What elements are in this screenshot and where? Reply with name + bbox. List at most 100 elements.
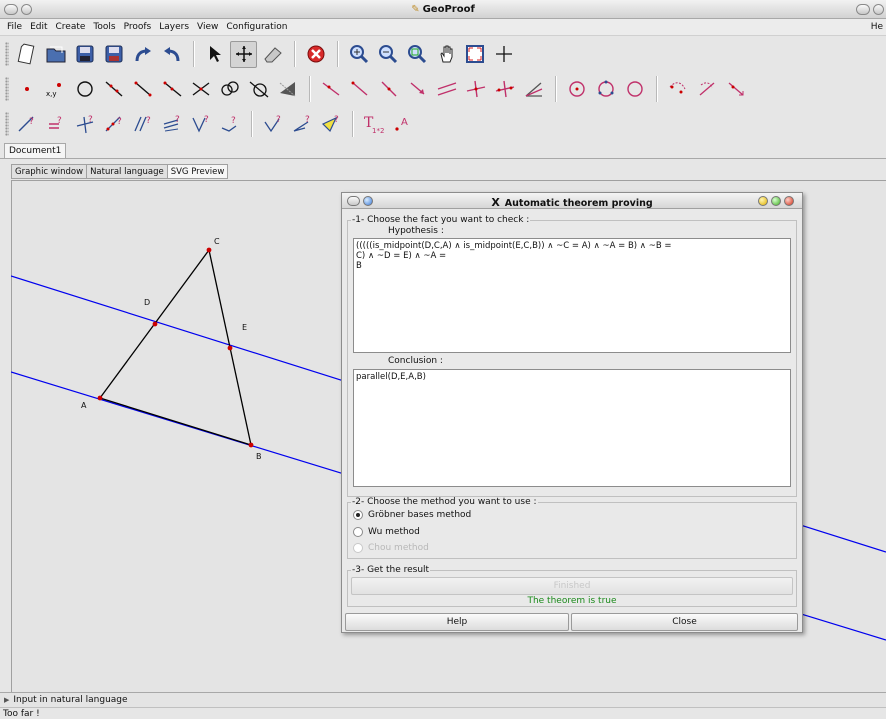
intersection-icon[interactable] bbox=[187, 76, 214, 103]
prove-triangle-icon[interactable]: ? bbox=[317, 111, 344, 138]
undo-icon[interactable] bbox=[158, 41, 185, 68]
check-concyclic-icon[interactable]: ? bbox=[187, 111, 214, 138]
natural-language-panel[interactable]: ▶ Input in natural language bbox=[0, 692, 886, 707]
angle-bisector-icon[interactable] bbox=[520, 76, 547, 103]
prove-angles-icon[interactable]: ? bbox=[288, 111, 315, 138]
dialog-minimize-button[interactable] bbox=[758, 196, 768, 206]
bisector-icon[interactable] bbox=[375, 76, 402, 103]
svg-text:?: ? bbox=[117, 117, 122, 127]
point-coords-icon[interactable]: x,y bbox=[42, 76, 69, 103]
menu-help[interactable]: He bbox=[871, 22, 883, 32]
menu-view[interactable]: View bbox=[193, 22, 222, 32]
check-parallel-icon[interactable]: ? bbox=[129, 111, 156, 138]
toolbar-grip[interactable] bbox=[5, 77, 9, 101]
ray-icon[interactable] bbox=[158, 76, 185, 103]
line-pink-icon[interactable] bbox=[317, 76, 344, 103]
check-midpoint-icon[interactable]: ? bbox=[100, 111, 127, 138]
segment-ab[interactable] bbox=[99, 397, 252, 446]
point-e[interactable] bbox=[227, 345, 233, 351]
menu-file[interactable]: File bbox=[3, 22, 26, 32]
delete-icon[interactable] bbox=[302, 41, 329, 68]
window-close-button[interactable] bbox=[873, 4, 884, 15]
natural-language-toggle[interactable]: Input in natural language bbox=[13, 695, 127, 705]
window-title: ✎ GeoProof bbox=[0, 4, 886, 15]
perp-bisector-icon[interactable] bbox=[491, 76, 518, 103]
zoom-fit-icon[interactable] bbox=[403, 41, 430, 68]
menu-proofs[interactable]: Proofs bbox=[120, 22, 156, 32]
pointer-icon[interactable] bbox=[201, 41, 228, 68]
prove-angle-icon[interactable]: ? bbox=[259, 111, 286, 138]
close-button[interactable]: Close bbox=[571, 613, 798, 631]
circle-three-points-icon[interactable] bbox=[592, 76, 619, 103]
menu-configuration[interactable]: Configuration bbox=[222, 22, 291, 32]
label-tool-icon[interactable]: A bbox=[389, 111, 416, 138]
center-icon[interactable] bbox=[490, 41, 517, 68]
perpendicular-icon[interactable] bbox=[462, 76, 489, 103]
method-group-title: -2- Choose the method you want to use : bbox=[351, 497, 538, 507]
segment-pink-icon[interactable] bbox=[346, 76, 373, 103]
point-icon[interactable] bbox=[13, 76, 40, 103]
menu-edit[interactable]: Edit bbox=[26, 22, 51, 32]
method-grobner-radio[interactable] bbox=[353, 510, 363, 520]
circles-icon[interactable] bbox=[216, 76, 243, 103]
segment-icon[interactable] bbox=[129, 76, 156, 103]
help-button[interactable]: Help bbox=[345, 613, 569, 631]
toolbar-proofs: ? ? ? ? ? ? ? ? ? ? ? T 1*2 A bbox=[0, 107, 886, 141]
dialog-title: X Automatic theorem proving bbox=[342, 196, 802, 209]
zoom-out-icon[interactable] bbox=[374, 41, 401, 68]
new-icon[interactable] bbox=[13, 41, 40, 68]
method-wu-option[interactable]: Wu method bbox=[353, 527, 420, 537]
locus-icon[interactable] bbox=[274, 76, 301, 103]
save-icon[interactable] bbox=[71, 41, 98, 68]
fit-window-icon[interactable] bbox=[461, 41, 488, 68]
method-grobner-option[interactable]: Gröbner bases method bbox=[353, 510, 471, 520]
tab-svg-preview[interactable]: SVG Preview bbox=[166, 164, 229, 179]
translation-icon[interactable] bbox=[664, 76, 691, 103]
result-text: The theorem is true bbox=[527, 596, 617, 606]
tab-natural-language[interactable]: Natural language bbox=[86, 164, 168, 179]
menu-tools[interactable]: Tools bbox=[89, 22, 119, 32]
text-tool-icon[interactable]: T 1*2 bbox=[360, 111, 387, 138]
tab-graphic-window[interactable]: Graphic window bbox=[11, 164, 88, 179]
circle-icon[interactable] bbox=[71, 76, 98, 103]
check-collinear-icon[interactable]: ? bbox=[13, 111, 40, 138]
check-equal-angles-icon[interactable]: ? bbox=[158, 111, 185, 138]
point-coords-label: x,y bbox=[46, 90, 57, 98]
rotation-icon[interactable] bbox=[693, 76, 720, 103]
toolbar-grip[interactable] bbox=[5, 42, 9, 66]
hand-icon[interactable] bbox=[432, 41, 459, 68]
method-wu-radio[interactable] bbox=[353, 527, 363, 537]
svg-text:?: ? bbox=[146, 116, 151, 126]
zoom-in-icon[interactable] bbox=[345, 41, 372, 68]
dialog-maximize-button[interactable] bbox=[771, 196, 781, 206]
circle-line-icon[interactable] bbox=[245, 76, 272, 103]
redo-icon[interactable] bbox=[129, 41, 156, 68]
check-perpendicular-icon[interactable]: ? bbox=[71, 111, 98, 138]
open-icon[interactable] bbox=[42, 41, 69, 68]
conclusion-textarea[interactable]: parallel(D,E,A,B) bbox=[353, 369, 791, 487]
toolbar-grip[interactable] bbox=[5, 112, 9, 136]
symmetry-icon[interactable] bbox=[722, 76, 749, 103]
circle-center-icon[interactable] bbox=[563, 76, 590, 103]
window-minimize-button[interactable] bbox=[856, 4, 870, 15]
menu-layers[interactable]: Layers bbox=[155, 22, 193, 32]
save-as-icon[interactable] bbox=[100, 41, 127, 68]
parallel-icon[interactable] bbox=[433, 76, 460, 103]
dialog-close-button[interactable] bbox=[784, 196, 794, 206]
check-equal-icon[interactable]: ? bbox=[42, 111, 69, 138]
window-controls-right bbox=[856, 4, 884, 15]
move-icon[interactable] bbox=[230, 40, 257, 68]
line-icon[interactable] bbox=[100, 76, 127, 103]
circle-radius-icon[interactable] bbox=[621, 76, 648, 103]
expand-arrow-icon[interactable]: ▶ bbox=[4, 696, 9, 704]
vector-icon[interactable] bbox=[404, 76, 431, 103]
menu-create[interactable]: Create bbox=[52, 22, 90, 32]
point-b[interactable] bbox=[248, 442, 254, 448]
point-d[interactable] bbox=[152, 321, 158, 327]
check-harmonic-icon[interactable]: ? bbox=[216, 111, 243, 138]
eraser-icon[interactable] bbox=[259, 41, 286, 68]
point-a[interactable] bbox=[97, 395, 103, 401]
point-c[interactable] bbox=[206, 247, 212, 253]
hypothesis-textarea[interactable]: (((((is_midpoint(D,C,A) ∧ is_midpoint(E,… bbox=[353, 238, 791, 353]
document-tab[interactable]: Document1 bbox=[4, 143, 67, 159]
